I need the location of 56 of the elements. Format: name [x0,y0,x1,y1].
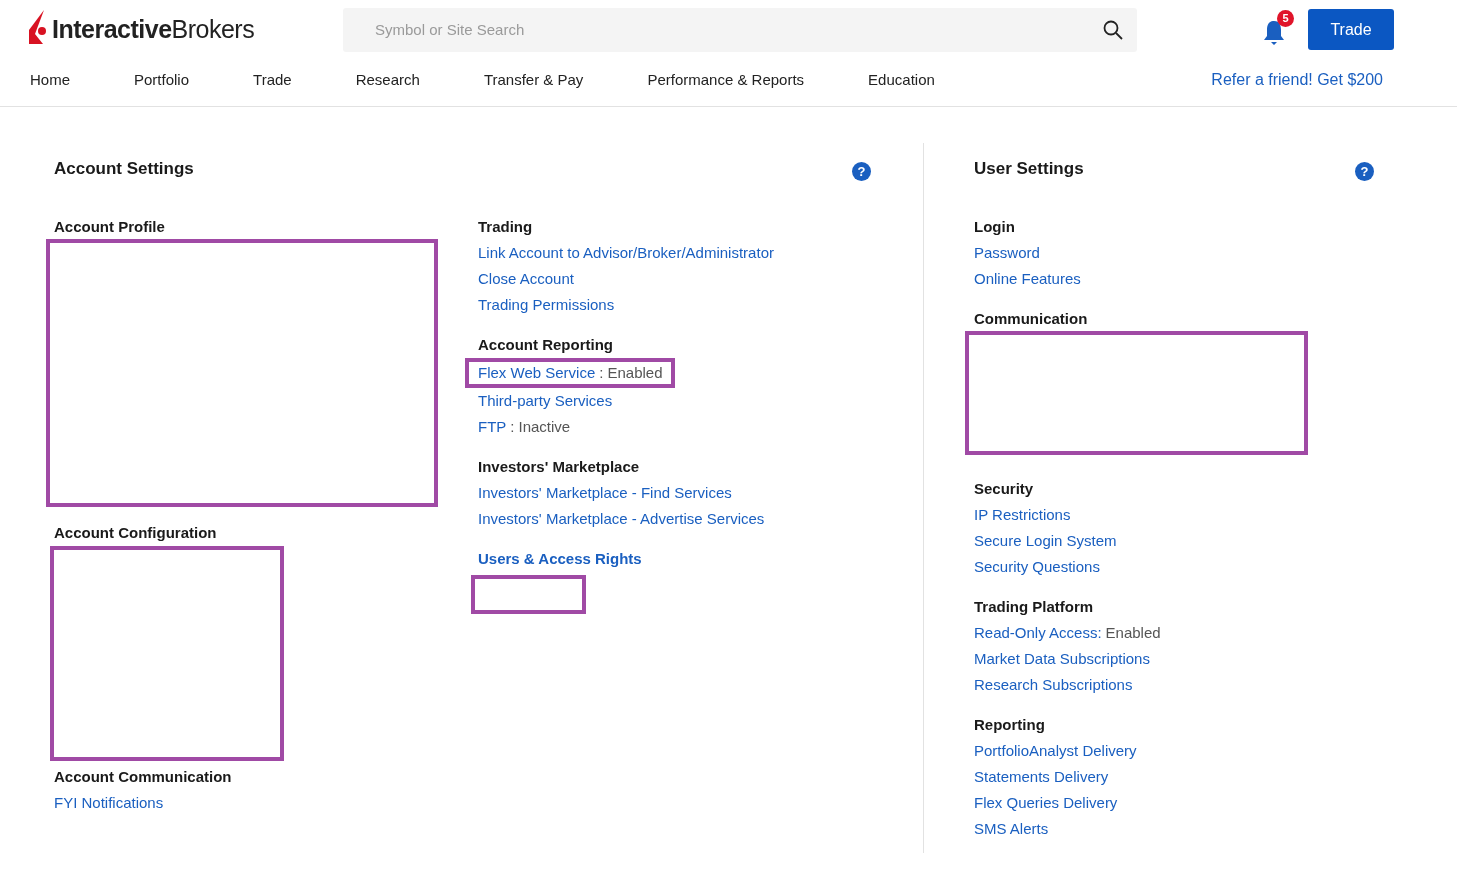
nav-link[interactable]: Education [868,68,935,92]
group-heading: Communication [974,309,1089,329]
settings-link[interactable]: Read-Only Access: [974,620,1102,646]
settings-link[interactable]: Flex Web Service [478,362,596,384]
settings-link[interactable]: Flex Queries Delivery [974,790,1118,816]
settings-link[interactable]: SMS Alerts [974,816,1049,842]
settings-link[interactable]: Trading Permissions [478,292,615,318]
settings-link[interactable]: FYI Notifications [54,790,164,816]
status-separator: : [510,417,515,437]
settings-link[interactable]: Link Account to Advisor/Broker/Administrator [478,240,774,266]
logo-wordmark[interactable]: InteractiveBrokers [52,10,255,49]
settings-link[interactable]: Password [974,240,1040,266]
nav-link[interactable]: Home [30,68,70,92]
notification-count-badge: 5 [1277,9,1294,27]
users-access-link[interactable]: Users & Access Rights [478,549,870,569]
status-text: Enabled [607,363,663,383]
logo-icon [29,9,49,44]
group-heading: Reporting [974,715,1046,735]
section-title: Account Settings [54,158,194,181]
group-heading: Trading [478,217,534,237]
settings-link[interactable]: Close Account [478,266,574,292]
settings-link[interactable]: Security Questions [974,554,1100,580]
section-title: User Settings [974,158,1084,181]
settings-link[interactable]: Investors' Marketplace - Find Services [478,480,732,506]
status-separator: : [599,363,604,383]
group-heading: Trading Platform [974,597,1095,617]
settings-link[interactable]: Market Data Subscriptions [974,646,1150,672]
search-field[interactable]: Symbol or Site Search [343,7,1137,52]
group-heading: Account Communication [54,767,233,787]
settings-link[interactable]: PortfolioAnalyst Delivery [974,738,1137,764]
status-text: Enabled [1105,623,1161,643]
status-text: Inactive [518,417,571,437]
trade-button[interactable]: Trade [1308,9,1394,50]
nav-link[interactable]: Transfer & Pay [483,68,584,92]
group-heading: Account Configuration [54,523,218,543]
help-icon[interactable]: ? [1355,161,1374,181]
settings-link[interactable]: Research Subscriptions [974,672,1133,698]
group-heading: Investors' Marketplace [478,457,641,477]
settings-link[interactable]: FTP [478,414,507,440]
nav-link[interactable]: Performance & Reports [647,68,805,92]
nav-link[interactable]: Research [355,68,420,92]
settings-link[interactable]: Statements Delivery [974,764,1109,790]
refer-friend-link[interactable]: Refer a friend! Get $200 [1211,68,1383,92]
settings-link[interactable]: Investors' Marketplace - Advertise Services [478,506,765,532]
group-heading: Login [974,217,1016,237]
settings-link[interactable]: Online Features [974,266,1081,292]
search-icon[interactable] [1103,19,1123,40]
settings-link[interactable]: Secure Login System [974,528,1117,554]
settings-link[interactable]: IP Restrictions [974,502,1071,528]
group-heading: Account Profile [54,217,166,237]
group-heading: Account Reporting [478,335,614,355]
help-icon[interactable]: ? [852,161,871,181]
nav-link[interactable]: Portfolio [134,68,190,92]
nav-link[interactable]: Trade [253,68,292,92]
group-heading: Security [974,479,1035,499]
settings-link[interactable]: Third-party Services [478,388,613,414]
